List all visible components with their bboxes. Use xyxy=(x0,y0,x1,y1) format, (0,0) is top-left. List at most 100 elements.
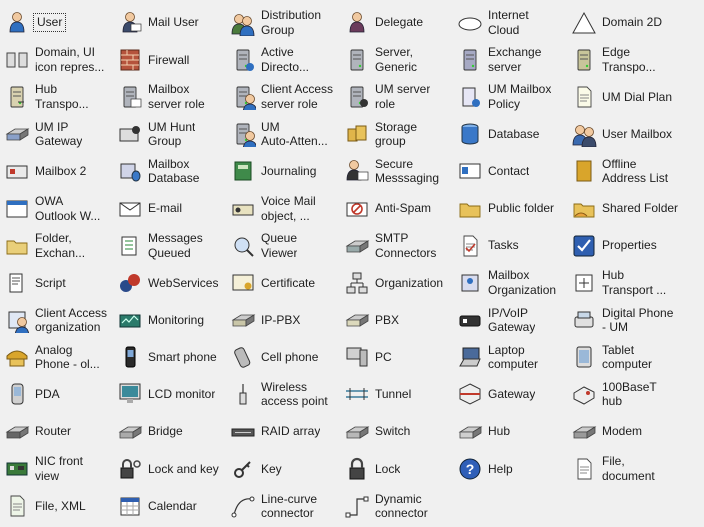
shape-hub[interactable]: Hub xyxy=(453,413,567,450)
shape-bridge[interactable]: Bridge xyxy=(113,413,226,450)
shape-label: Certificate xyxy=(261,275,316,290)
shape-public-folder[interactable]: Public folder xyxy=(453,190,567,227)
shape-help[interactable]: ? Help xyxy=(453,450,567,487)
shape-um-server-role[interactable]: UM server role xyxy=(340,78,453,115)
shape-wireless-access-point[interactable]: Wireless access point xyxy=(226,376,340,413)
shape-exchange-folder[interactable]: Folder, Exchan... xyxy=(0,227,113,264)
shape-shared-folder[interactable]: Shared Folder xyxy=(567,190,704,227)
shape-um-hunt-group[interactable]: UM Hunt Group xyxy=(113,116,226,153)
shape-gateway[interactable]: Gateway xyxy=(453,376,567,413)
shape-journaling[interactable]: Journaling xyxy=(226,153,340,190)
shape-label: Lock and key xyxy=(148,461,219,476)
shape-properties[interactable]: Properties xyxy=(567,227,704,264)
shape-delegate[interactable]: Delegate xyxy=(340,4,453,41)
shape-label: Edge Transpo... xyxy=(602,45,656,74)
shape-label: Journaling xyxy=(261,164,317,179)
shape-dynamic-connector[interactable]: Dynamic connector xyxy=(340,487,453,524)
shape-router[interactable]: Router xyxy=(0,413,113,450)
shape-mail-user[interactable]: Mail User xyxy=(113,4,226,41)
shape-client-access-organization[interactable]: Client Access organization xyxy=(0,302,113,339)
shape-lcd-monitor[interactable]: LCD monitor xyxy=(113,376,226,413)
shape-ip-pbx[interactable]: IP-PBX xyxy=(226,302,340,339)
shape-lock[interactable]: Lock xyxy=(340,450,453,487)
shape-mailbox-server-role[interactable]: Mailbox server role xyxy=(113,78,226,115)
shape-mailbox-database[interactable]: Mailbox Database xyxy=(113,153,226,190)
shape-firewall[interactable]: Firewall xyxy=(113,41,226,78)
shape-file-xml[interactable]: File, XML xyxy=(0,487,113,524)
script-icon xyxy=(3,269,31,297)
shape-distribution-group[interactable]: Distribution Group xyxy=(226,4,340,41)
shape-queue-viewer[interactable]: Queue Viewer xyxy=(226,227,340,264)
shape-label: File, document xyxy=(602,454,655,483)
shape-exchange-server[interactable]: Exchange server xyxy=(453,41,567,78)
shape-laptop[interactable]: Laptop computer xyxy=(453,339,567,376)
shape-pbx[interactable]: PBX xyxy=(340,302,453,339)
shape-tasks[interactable]: Tasks xyxy=(453,227,567,264)
shape-contact[interactable]: Contact xyxy=(453,153,567,190)
ip-pbx-icon xyxy=(229,306,257,334)
shape-digital-phone[interactable]: Digital Phone - UM xyxy=(567,302,704,339)
shape-anti-spam[interactable]: Anti-Spam xyxy=(340,190,453,227)
shape-secure-messaging[interactable]: Secure Messsaging xyxy=(340,153,453,190)
shape-um-ip-gateway[interactable]: UM IP Gateway xyxy=(0,116,113,153)
shape-calendar[interactable]: Calendar xyxy=(113,487,226,524)
shape-raid-array[interactable]: RAID array xyxy=(226,413,340,450)
shape-cell-phone[interactable]: Cell phone xyxy=(226,339,340,376)
shape-storage-group[interactable]: Storage group xyxy=(340,116,453,153)
messages-queued-icon xyxy=(116,232,144,260)
shape-um-mailbox-policy[interactable]: UM Mailbox Policy xyxy=(453,78,567,115)
shape-smart-phone[interactable]: Smart phone xyxy=(113,339,226,376)
shape-offline-address-list[interactable]: Offline Address List xyxy=(567,153,704,190)
shape-label: Hub Transport ... xyxy=(602,268,667,297)
shape-tunnel[interactable]: Tunnel xyxy=(340,376,453,413)
shape-nic[interactable]: NIC front view xyxy=(0,450,113,487)
tunnel-icon xyxy=(343,380,371,408)
shape-monitoring[interactable]: Monitoring xyxy=(113,302,226,339)
shape-generic-server[interactable]: Server, Generic xyxy=(340,41,453,78)
shape-voice-mail[interactable]: Voice Mail object, ... xyxy=(226,190,340,227)
shape-lock-and-key[interactable]: Lock and key xyxy=(113,450,226,487)
shape-label: Mail User xyxy=(148,15,199,30)
shape-hub-transport[interactable]: Hub Transpo... xyxy=(0,78,113,115)
shape-domain-2d[interactable]: Domain 2D xyxy=(567,4,704,41)
shape-edge-transport[interactable]: Edge Transpo... xyxy=(567,41,704,78)
shape-web-services[interactable]: WebServices xyxy=(113,264,226,301)
shape-modem[interactable]: Modem xyxy=(567,413,704,450)
100baset-hub-icon xyxy=(570,380,598,408)
shape-switch[interactable]: Switch xyxy=(340,413,453,450)
shape-um-dial-plan[interactable]: UM Dial Plan xyxy=(567,78,704,115)
bridge-icon xyxy=(116,418,144,446)
shape-key[interactable]: Key xyxy=(226,450,340,487)
shape-certificate[interactable]: Certificate xyxy=(226,264,340,301)
shape-domain-ui[interactable]: Domain, UI icon repres... xyxy=(0,41,113,78)
shape-pc[interactable]: PC xyxy=(340,339,453,376)
shape-label: Laptop computer xyxy=(488,342,539,372)
shape-smtp-connectors[interactable]: SMTP Connectors xyxy=(340,227,453,264)
shape-owa[interactable]: OWA Outlook W... xyxy=(0,190,113,227)
shape-label: User xyxy=(32,13,67,32)
shape-line-curve-connector[interactable]: Line-curve connector xyxy=(226,487,340,524)
shape-user[interactable]: User xyxy=(0,4,113,41)
shape-um-auto-attendant[interactable]: UM Auto-Atten... xyxy=(226,116,340,153)
shape-mailbox-2[interactable]: Mailbox 2 xyxy=(0,153,113,190)
shape-script[interactable]: Script xyxy=(0,264,113,301)
dynamic-connector-icon xyxy=(343,492,371,520)
shape-100baset-hub[interactable]: 100BaseT hub xyxy=(567,376,704,413)
shape-ip-voip-gateway[interactable]: IP/VoIP Gateway xyxy=(453,302,567,339)
shape-analog-phone[interactable]: Analog Phone - ol... xyxy=(0,339,113,376)
shape-hub-transport-org[interactable]: Hub Transport ... xyxy=(567,264,704,301)
shape-user-mailbox[interactable]: User Mailbox xyxy=(567,116,704,153)
shape-active-directory[interactable]: Active Directo... xyxy=(226,41,340,78)
shape-internet-cloud[interactable]: Internet Cloud xyxy=(453,4,567,41)
shape-pda[interactable]: PDA xyxy=(0,376,113,413)
shape-messages-queued[interactable]: Messages Queued xyxy=(113,227,226,264)
shape-database[interactable]: Database xyxy=(453,116,567,153)
shape-file-document[interactable]: File, document xyxy=(567,450,704,487)
shape-client-access-server-role[interactable]: Client Access server role xyxy=(226,78,340,115)
shape-tablet[interactable]: Tablet computer xyxy=(567,339,704,376)
shape-email[interactable]: E-mail xyxy=(113,190,226,227)
distribution-group-icon xyxy=(229,9,257,37)
shape-mailbox-organization[interactable]: Mailbox Organization xyxy=(453,264,567,301)
shape-organization[interactable]: Organization xyxy=(340,264,453,301)
raid-array-icon xyxy=(229,418,257,446)
